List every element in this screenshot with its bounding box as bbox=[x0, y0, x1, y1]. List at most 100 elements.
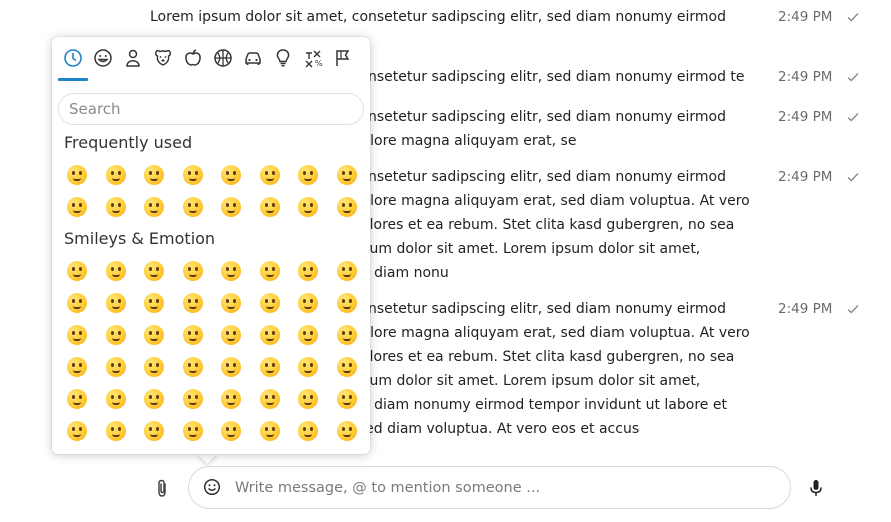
objects-category-icon[interactable] bbox=[268, 41, 298, 75]
emoji-item[interactable] bbox=[58, 287, 97, 319]
emoji-item[interactable] bbox=[328, 351, 367, 383]
emoji-item[interactable] bbox=[251, 415, 290, 447]
emoji-search-input[interactable] bbox=[58, 93, 364, 125]
emoji-glyph bbox=[182, 261, 203, 281]
emoji-item[interactable] bbox=[289, 159, 328, 191]
message-composer bbox=[188, 466, 791, 509]
emoji-item[interactable] bbox=[174, 319, 213, 351]
emoji-item[interactable] bbox=[289, 351, 328, 383]
emoji-item[interactable] bbox=[174, 255, 213, 287]
category-bar: % bbox=[58, 41, 364, 81]
emoji-item[interactable] bbox=[58, 319, 97, 351]
emoji-item[interactable] bbox=[289, 415, 328, 447]
emoji-item[interactable] bbox=[174, 159, 213, 191]
emoji-glyph bbox=[298, 389, 319, 409]
emoji-item[interactable] bbox=[328, 159, 367, 191]
smiley-icon[interactable] bbox=[203, 478, 221, 496]
paperclip-icon[interactable] bbox=[153, 478, 171, 498]
emoji-item[interactable] bbox=[251, 319, 290, 351]
emoji-item[interactable] bbox=[174, 287, 213, 319]
emoji-item[interactable] bbox=[289, 319, 328, 351]
emoji-item[interactable] bbox=[289, 287, 328, 319]
emoji-item[interactable] bbox=[97, 383, 136, 415]
emoji-item[interactable] bbox=[58, 415, 97, 447]
read-check-icon bbox=[847, 173, 859, 182]
svg-text:%: % bbox=[315, 59, 323, 68]
emoji-item[interactable] bbox=[212, 191, 251, 223]
emoji-item[interactable] bbox=[328, 191, 367, 223]
emoji-item[interactable] bbox=[97, 287, 136, 319]
food-category-icon[interactable] bbox=[178, 41, 208, 75]
emoji-item[interactable] bbox=[212, 159, 251, 191]
emoji-item[interactable] bbox=[97, 191, 136, 223]
active-category-indicator bbox=[58, 78, 88, 81]
emoji-item[interactable] bbox=[251, 351, 290, 383]
emoji-item[interactable] bbox=[58, 351, 97, 383]
emoji-item[interactable] bbox=[212, 319, 251, 351]
emoji-glyph bbox=[67, 261, 88, 281]
emoji-item[interactable] bbox=[58, 159, 97, 191]
emoji-item[interactable] bbox=[251, 383, 290, 415]
emoji-item[interactable] bbox=[97, 255, 136, 287]
emoji-item[interactable] bbox=[289, 255, 328, 287]
recent-category-icon[interactable] bbox=[58, 41, 88, 75]
emoji-item[interactable] bbox=[58, 191, 97, 223]
emoji-item[interactable] bbox=[97, 319, 136, 351]
emoji-glyph bbox=[182, 325, 203, 345]
emoji-item[interactable] bbox=[328, 287, 367, 319]
emoji-item[interactable] bbox=[135, 383, 174, 415]
emoji-item[interactable] bbox=[212, 415, 251, 447]
emoji-glyph bbox=[298, 293, 319, 313]
emoji-item[interactable] bbox=[135, 159, 174, 191]
emoji-glyph bbox=[105, 421, 126, 441]
emoji-item[interactable] bbox=[289, 383, 328, 415]
emoji-picker: % Frequently used Smileys & Emotion bbox=[52, 37, 370, 454]
emoji-item[interactable] bbox=[212, 351, 251, 383]
emoji-item[interactable] bbox=[97, 351, 136, 383]
emoji-item[interactable] bbox=[328, 319, 367, 351]
emoji-glyph bbox=[259, 389, 280, 409]
travel-category-icon[interactable] bbox=[238, 41, 268, 75]
emoji-item[interactable] bbox=[135, 255, 174, 287]
emoji-glyph bbox=[182, 197, 203, 217]
emoji-item[interactable] bbox=[289, 191, 328, 223]
emoji-item[interactable] bbox=[251, 287, 290, 319]
emoji-item[interactable] bbox=[251, 191, 290, 223]
emoji-item[interactable] bbox=[328, 383, 367, 415]
emoji-item[interactable] bbox=[174, 415, 213, 447]
emoji-item[interactable] bbox=[212, 255, 251, 287]
emoji-item[interactable] bbox=[251, 159, 290, 191]
emoji-item[interactable] bbox=[174, 191, 213, 223]
emoji-glyph bbox=[221, 165, 242, 185]
flags-category-icon[interactable] bbox=[328, 41, 358, 75]
emoji-item[interactable] bbox=[97, 415, 136, 447]
emoji-item[interactable] bbox=[135, 287, 174, 319]
emoji-item[interactable] bbox=[97, 159, 136, 191]
symbols-category-icon[interactable]: % bbox=[298, 41, 328, 75]
emoji-item[interactable] bbox=[135, 415, 174, 447]
message-input[interactable] bbox=[235, 473, 775, 502]
emoji-item[interactable] bbox=[251, 255, 290, 287]
emoji-item[interactable] bbox=[58, 383, 97, 415]
emoji-item[interactable] bbox=[174, 383, 213, 415]
emoji-glyph bbox=[336, 261, 357, 281]
emoji-item[interactable] bbox=[328, 415, 367, 447]
emoji-item[interactable] bbox=[135, 351, 174, 383]
read-check-icon bbox=[847, 305, 859, 314]
emoji-item[interactable] bbox=[135, 319, 174, 351]
activities-category-icon[interactable] bbox=[208, 41, 238, 75]
emoji-item[interactable] bbox=[328, 255, 367, 287]
emoji-glyph bbox=[259, 293, 280, 313]
emoji-glyph bbox=[298, 197, 319, 217]
emoji-item[interactable] bbox=[212, 287, 251, 319]
emoji-item[interactable] bbox=[212, 383, 251, 415]
emoji-item[interactable] bbox=[174, 351, 213, 383]
smileys-category-icon[interactable] bbox=[88, 41, 118, 75]
animals-category-icon[interactable] bbox=[148, 41, 178, 75]
emoji-glyph bbox=[67, 325, 88, 345]
emoji-item[interactable] bbox=[135, 191, 174, 223]
emoji-item[interactable] bbox=[58, 255, 97, 287]
emoji-glyph bbox=[259, 325, 280, 345]
people-category-icon[interactable] bbox=[118, 41, 148, 75]
microphone-icon[interactable] bbox=[808, 478, 824, 498]
